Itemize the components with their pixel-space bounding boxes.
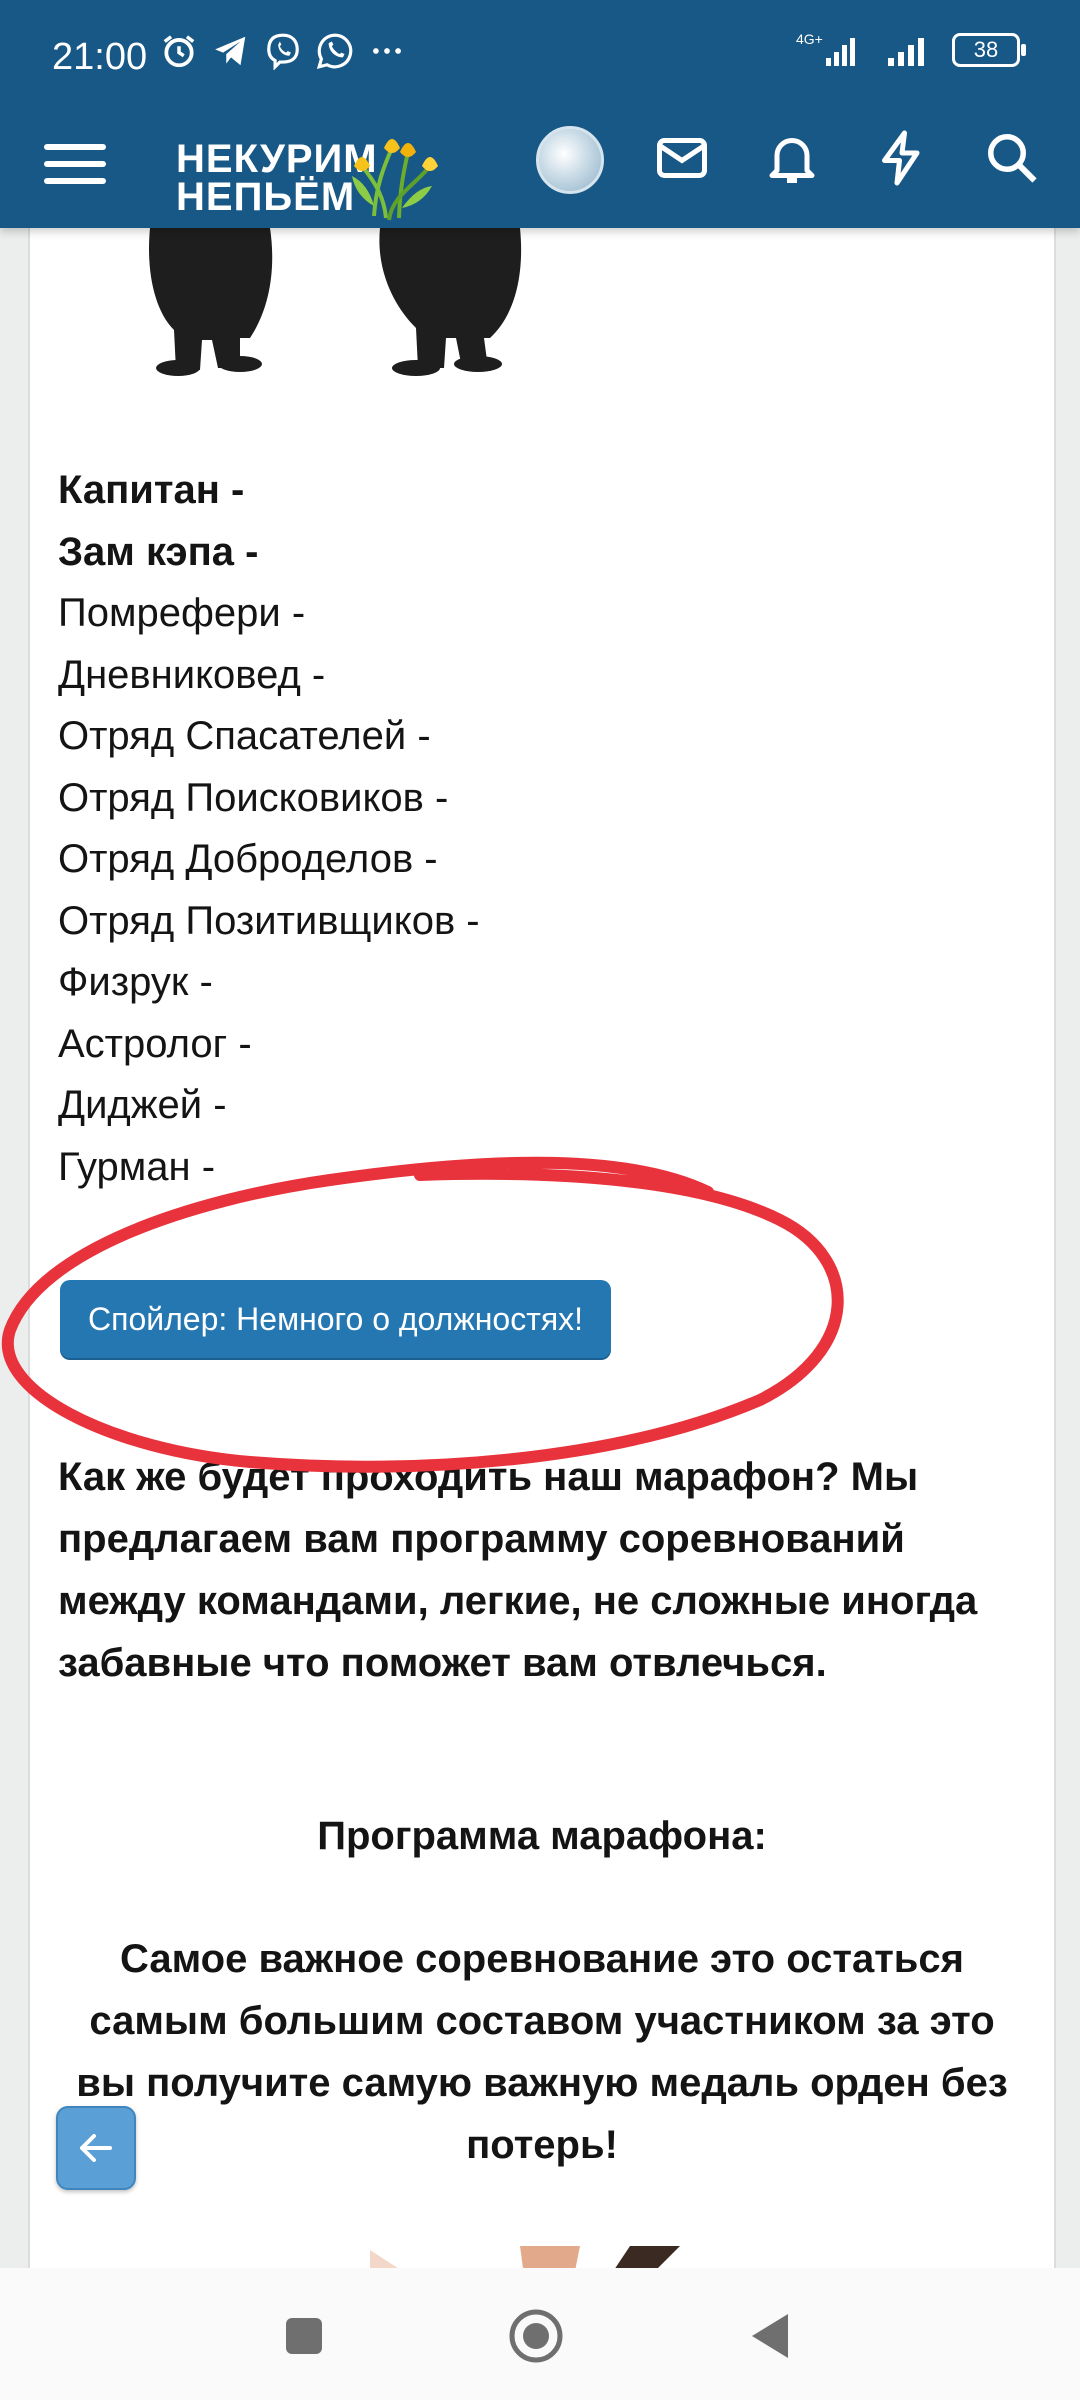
battery-indicator: 38 (952, 33, 1026, 67)
post-image-bottom (370, 2246, 680, 2268)
scroll-back-button[interactable] (56, 2106, 136, 2190)
role-item: Помрефери - (58, 591, 306, 635)
spoiler-button[interactable]: Спойлер: Немного о должностях! (60, 1280, 612, 1358)
status-bar: 21:00 4G+ 38 (0, 0, 1080, 112)
signal-icon (888, 38, 924, 66)
arrow-left-icon (80, 2134, 112, 2162)
notification-icons (160, 32, 406, 70)
whatsapp-icon (316, 33, 353, 70)
alarm-icon (163, 35, 195, 68)
role-item: Отряд Спасателей - (58, 714, 431, 758)
back-icon[interactable] (730, 2296, 810, 2376)
role-item: Физрук - (58, 960, 213, 1004)
role-item: Дневниковед - (58, 652, 326, 697)
svg-text:4G+: 4G+ (796, 31, 823, 47)
viber-icon (267, 33, 299, 70)
menu-icon-bar (44, 161, 106, 167)
recent-apps-icon[interactable] (264, 2296, 344, 2376)
home-icon[interactable] (496, 2296, 576, 2376)
user-avatar[interactable] (536, 126, 604, 194)
more-notifications-icon (373, 48, 401, 54)
signal-4g-icon: 4G+ (796, 31, 855, 66)
tulips-icon (352, 139, 438, 221)
system-navigation-bar (0, 2268, 1080, 2400)
lightning-icon[interactable] (872, 128, 932, 188)
search-icon[interactable] (982, 128, 1042, 188)
post-image (149, 228, 522, 376)
program-text: Самое важное соревнование это остаться с… (76, 1937, 1008, 2167)
post-content: Капитан - Зам кэпа - Помрефери - Дневник… (28, 228, 1056, 2268)
program-title: Программа марафона: (317, 1814, 767, 1858)
role-item: Астролог - (58, 1021, 252, 1066)
role-item: Отряд Поисковиков - (58, 775, 449, 820)
mail-icon[interactable] (652, 128, 712, 188)
role-item: Капитан - (58, 468, 245, 512)
site-logo[interactable]: НЕКУРИМ НЕПЬЁМ (176, 126, 438, 221)
telegram-icon (215, 36, 246, 66)
menu-icon-bar (44, 144, 106, 150)
role-item: Гурман - (58, 1144, 216, 1189)
menu-icon-bar (44, 178, 106, 184)
app-header: НЕКУРИМ НЕПЬЁМ (0, 112, 1080, 228)
bell-icon[interactable] (762, 128, 822, 188)
role-item: Диджей - (58, 1083, 227, 1127)
intro-paragraph: Как же будет проходить наш марафон? Мы п… (58, 1455, 978, 1685)
role-item: Отряд Позитивщиков - (58, 898, 480, 943)
status-right: 4G+ 38 (796, 30, 1026, 70)
status-time: 21:00 (52, 36, 148, 78)
roles-list: Капитан - Зам кэпа - Помрефери - Дневник… (58, 460, 480, 1198)
role-item: Зам кэпа - (58, 529, 259, 574)
role-item: Отряд Доброделов - (58, 837, 438, 881)
menu-button[interactable] (44, 136, 106, 196)
top-bar: 21:00 4G+ 38 НЕКУРИМ НЕПЬЁМ (0, 0, 1080, 228)
